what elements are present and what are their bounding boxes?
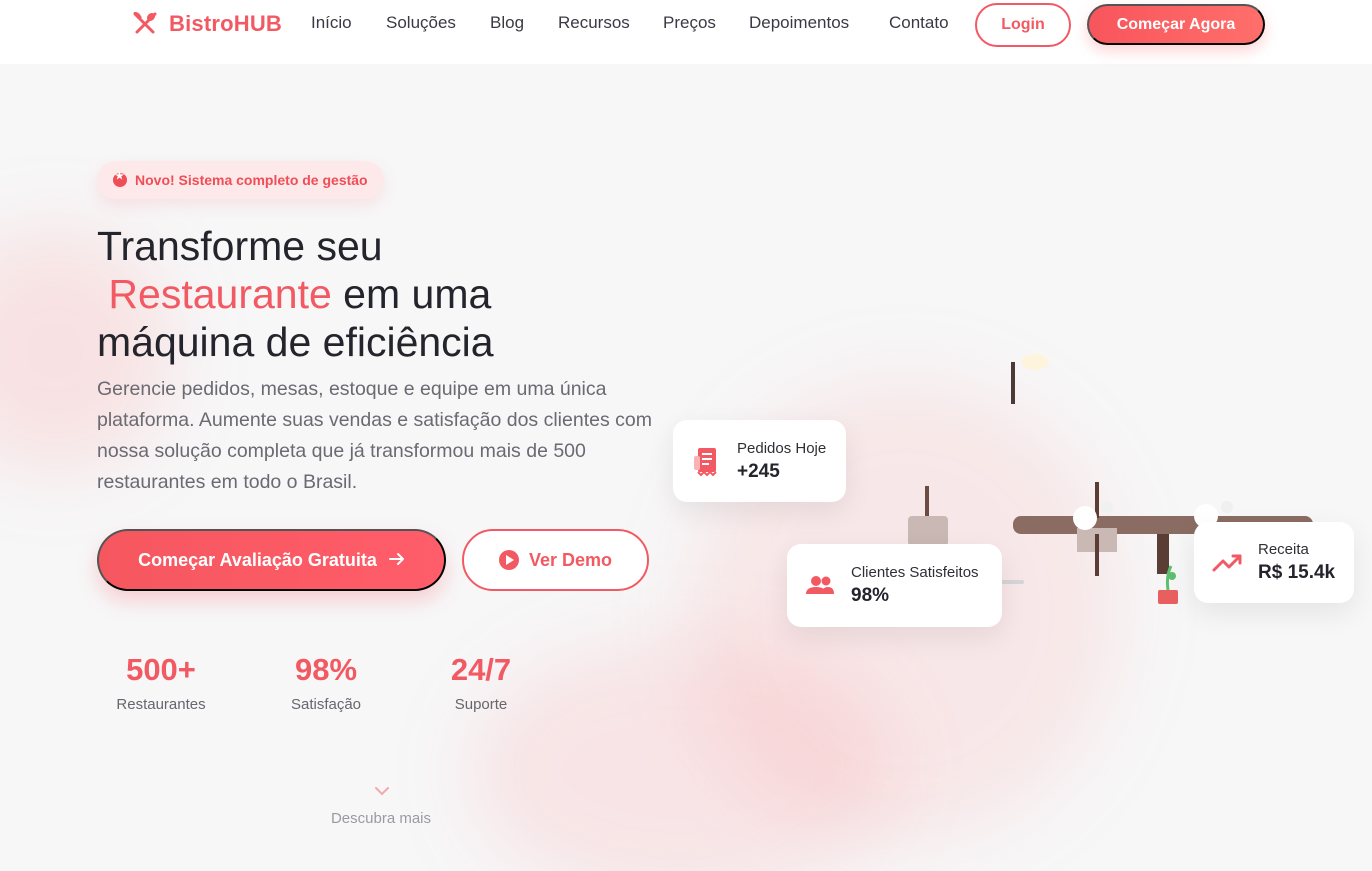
background-blob (470, 640, 890, 871)
orders-today-card: Pedidos Hoje +245 (673, 420, 846, 502)
cta-secondary-label: Ver Demo (528, 549, 613, 570)
cta-primary-label: Começar Avaliação Gratuita (138, 549, 377, 570)
discover-more-link[interactable]: Descubra mais (306, 782, 456, 827)
revenue-card: Receita R$ 15.4k (1194, 522, 1354, 603)
stat-restaurants: 500+ Restaurantes (106, 652, 216, 713)
card-value: 98% (851, 585, 890, 606)
nav-link-precos[interactable]: Preços (663, 13, 716, 33)
card-title: Receita (1258, 541, 1309, 558)
trending-up-icon (1210, 546, 1244, 580)
watch-demo-button[interactable]: Ver Demo (462, 529, 649, 591)
brand-logo[interactable]: BistroHUB (131, 10, 282, 38)
start-now-button[interactable]: Começar Agora (1087, 4, 1265, 45)
hero-title-accent: Restaurante (108, 271, 332, 317)
brand-name: BistroHUB (169, 11, 283, 36)
top-navbar: BistroHUB Início Soluções Blog Recursos … (0, 0, 1372, 64)
stat-label: Suporte (454, 696, 508, 713)
stat-value: 500+ (126, 652, 196, 687)
nav-link-depoimentos[interactable]: Depoimentos (749, 13, 849, 33)
hero-title-line1: Transforme seu (97, 223, 383, 269)
users-icon (803, 569, 837, 603)
hero-title: Transforme seu Restaurante em uma máquin… (97, 222, 657, 366)
play-icon (498, 550, 519, 570)
star-icon (113, 171, 127, 187)
utensils-icon (131, 10, 159, 38)
satisfied-clients-card: Clientes Satisfeitos 98% (787, 544, 1002, 627)
stat-value: 98% (294, 652, 358, 687)
start-free-trial-button[interactable]: Começar Avaliação Gratuita (97, 529, 446, 591)
stat-support: 24/7 Suporte (440, 652, 522, 713)
chevron-down-icon (374, 782, 389, 796)
stat-satisfaction: 98% Satisfação (276, 652, 376, 713)
stat-label: Restaurantes (116, 696, 206, 713)
nav-link-inicio[interactable]: Início (311, 13, 352, 33)
nav-link-blog[interactable]: Blog (490, 13, 524, 33)
card-value: +245 (737, 460, 780, 482)
nav-link-contato[interactable]: Contato (889, 13, 949, 33)
card-title: Pedidos Hoje (737, 439, 827, 457)
hero-title-line3: máquina de eficiência (97, 319, 494, 365)
new-feature-badge: Novo! Sistema completo de gestão (97, 161, 384, 199)
login-button[interactable]: Login (975, 3, 1071, 47)
arrow-right-icon (388, 550, 405, 571)
hero-subtitle: Gerencie pedidos, mesas, estoque e equip… (97, 378, 652, 493)
stat-value: 24/7 (450, 652, 512, 687)
card-value: R$ 15.4k (1258, 562, 1336, 583)
discover-label: Descubra mais (330, 810, 432, 827)
card-title: Clientes Satisfeitos (851, 564, 979, 581)
receipt-icon (689, 444, 723, 478)
stat-label: Satisfação (290, 696, 362, 713)
hero-title-line2: em uma (343, 271, 492, 317)
badge-label: Novo! Sistema completo de gestão (135, 172, 368, 188)
nav-link-recursos[interactable]: Recursos (558, 13, 630, 33)
nav-link-solucoes[interactable]: Soluções (386, 13, 456, 33)
